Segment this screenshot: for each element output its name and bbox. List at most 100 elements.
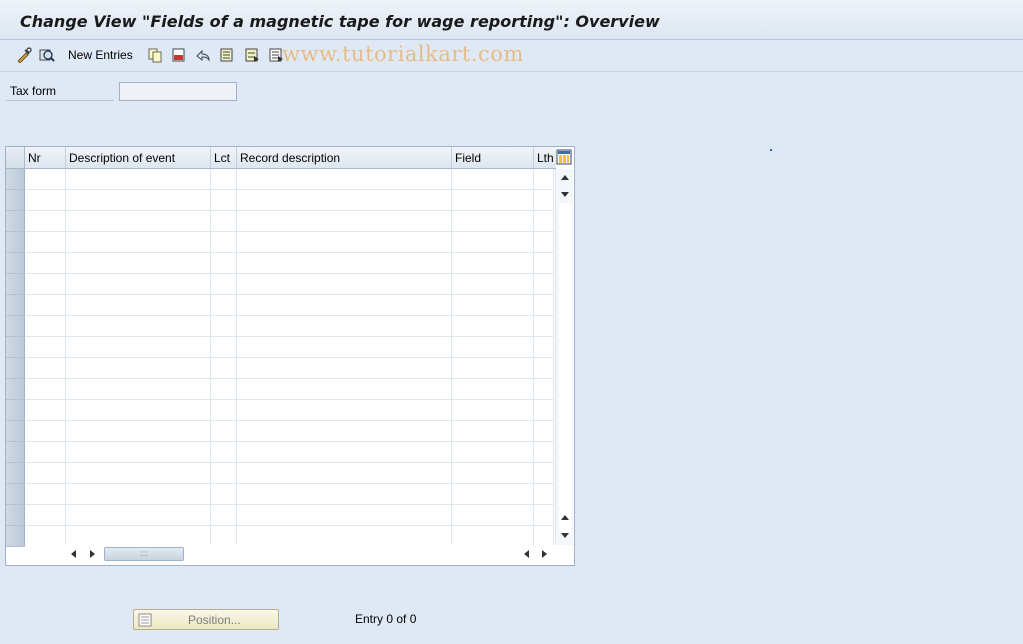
table-cell[interactable] — [211, 253, 237, 273]
table-cell[interactable] — [237, 421, 452, 441]
display-change-icon[interactable] — [15, 46, 33, 64]
table-cell[interactable] — [211, 232, 237, 252]
table-row[interactable] — [25, 316, 554, 337]
table-row[interactable] — [25, 379, 554, 400]
table-cell[interactable] — [534, 253, 554, 273]
row-selector[interactable] — [6, 211, 25, 232]
row-selector[interactable] — [6, 526, 25, 547]
table-cell[interactable] — [452, 421, 534, 441]
table-cell[interactable] — [25, 442, 66, 462]
table-cell[interactable] — [25, 337, 66, 357]
scroll-up-icon[interactable] — [561, 175, 569, 180]
table-cell[interactable] — [66, 442, 211, 462]
table-cell[interactable] — [452, 358, 534, 378]
table-row[interactable] — [25, 232, 554, 253]
table-cell[interactable] — [534, 211, 554, 231]
table-cell[interactable] — [25, 190, 66, 210]
row-selector[interactable] — [6, 484, 25, 505]
table-cell[interactable] — [66, 190, 211, 210]
tax-form-input[interactable] — [119, 82, 237, 101]
table-cell[interactable] — [25, 400, 66, 420]
table-cell[interactable] — [66, 379, 211, 399]
table-cell[interactable] — [237, 253, 452, 273]
select-all-icon[interactable] — [218, 46, 236, 64]
row-selector[interactable] — [6, 316, 25, 337]
new-entries-button[interactable]: New Entries — [68, 48, 133, 62]
table-cell[interactable] — [25, 232, 66, 252]
table-cell[interactable] — [452, 526, 534, 546]
table-cell[interactable] — [25, 505, 66, 525]
scroll-right-end-icon[interactable] — [542, 550, 547, 558]
table-cell[interactable] — [66, 505, 211, 525]
table-row[interactable] — [25, 505, 554, 526]
table-cell[interactable] — [25, 295, 66, 315]
table-cell[interactable] — [534, 463, 554, 483]
scroll-left-icon[interactable] — [71, 550, 76, 558]
table-cell[interactable] — [534, 358, 554, 378]
table-cell[interactable] — [237, 190, 452, 210]
table-cell[interactable] — [211, 337, 237, 357]
table-cell[interactable] — [66, 421, 211, 441]
table-cell[interactable] — [211, 463, 237, 483]
table-cell[interactable] — [211, 295, 237, 315]
table-cell[interactable] — [534, 400, 554, 420]
table-cell[interactable] — [452, 253, 534, 273]
table-cell[interactable] — [237, 316, 452, 336]
table-row[interactable] — [25, 253, 554, 274]
row-selector[interactable] — [6, 169, 25, 190]
table-cell[interactable] — [534, 484, 554, 504]
table-cell[interactable] — [534, 505, 554, 525]
table-cell[interactable] — [452, 169, 534, 189]
page-up-icon[interactable] — [561, 515, 569, 520]
table-cell[interactable] — [237, 169, 452, 189]
scroll-right-icon[interactable] — [90, 550, 95, 558]
delete-icon[interactable] — [170, 46, 188, 64]
table-cell[interactable] — [211, 421, 237, 441]
row-selector[interactable] — [6, 232, 25, 253]
table-cell[interactable] — [211, 484, 237, 504]
table-cell[interactable] — [25, 169, 66, 189]
horizontal-scroll-thumb[interactable]: ::: — [104, 547, 184, 561]
table-cell[interactable] — [534, 526, 554, 546]
row-selector[interactable] — [6, 295, 25, 316]
table-cell[interactable] — [66, 463, 211, 483]
row-selector[interactable] — [6, 400, 25, 421]
row-selector[interactable] — [6, 442, 25, 463]
table-cell[interactable] — [452, 232, 534, 252]
table-cell[interactable] — [452, 295, 534, 315]
select-all-rows-button[interactable] — [6, 147, 25, 169]
table-row[interactable] — [25, 169, 554, 190]
page-down-icon[interactable] — [561, 192, 569, 197]
table-cell[interactable] — [66, 316, 211, 336]
table-cell[interactable] — [66, 337, 211, 357]
row-selector[interactable] — [6, 253, 25, 274]
table-cell[interactable] — [211, 211, 237, 231]
table-cell[interactable] — [25, 484, 66, 504]
table-row[interactable] — [25, 295, 554, 316]
scroll-down-icon[interactable] — [561, 533, 569, 538]
table-cell[interactable] — [452, 211, 534, 231]
table-cell[interactable] — [25, 274, 66, 294]
table-cell[interactable] — [452, 442, 534, 462]
table-cell[interactable] — [237, 526, 452, 546]
row-selector[interactable] — [6, 190, 25, 211]
table-cell[interactable] — [66, 232, 211, 252]
table-cell[interactable] — [534, 232, 554, 252]
table-row[interactable] — [25, 442, 554, 463]
table-cell[interactable] — [211, 400, 237, 420]
col-header-lth[interactable]: Lth — [534, 147, 556, 169]
row-selector[interactable] — [6, 358, 25, 379]
table-cell[interactable] — [66, 400, 211, 420]
table-cell[interactable] — [66, 526, 211, 546]
where-used-icon[interactable] — [38, 46, 56, 64]
table-cell[interactable] — [211, 316, 237, 336]
table-cell[interactable] — [25, 358, 66, 378]
table-cell[interactable] — [66, 253, 211, 273]
table-cell[interactable] — [66, 358, 211, 378]
row-selector[interactable] — [6, 337, 25, 358]
table-cell[interactable] — [237, 484, 452, 504]
table-cell[interactable] — [211, 379, 237, 399]
table-cell[interactable] — [534, 295, 554, 315]
table-row[interactable] — [25, 421, 554, 442]
table-cell[interactable] — [237, 442, 452, 462]
